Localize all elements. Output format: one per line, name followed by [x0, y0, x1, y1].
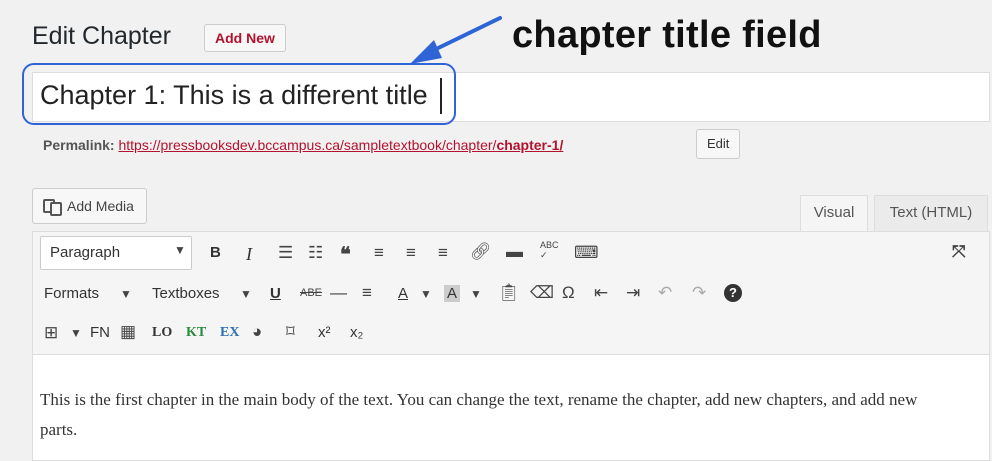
key-takeaways-button[interactable]: KT — [186, 325, 206, 341]
permalink-url: https://pressbooksdev.bccampus.ca/sample… — [118, 137, 497, 153]
link-icon[interactable]: 🔗︎ — [470, 242, 492, 262]
redo-icon[interactable]: ↷ — [692, 283, 706, 303]
add-new-button[interactable]: Add New — [204, 24, 286, 52]
bullet-list-icon[interactable]: ☰ — [278, 243, 293, 263]
indent-icon[interactable]: ⇥ — [626, 283, 640, 303]
fullscreen-icon[interactable]: ⤧ — [952, 242, 966, 262]
paste-text-icon[interactable]: 📋︎ — [498, 283, 520, 303]
learning-objectives-button[interactable]: LO — [152, 325, 172, 341]
formats-menu[interactable]: Formats — [44, 285, 99, 302]
chevron-down-icon: ▼ — [120, 287, 132, 301]
undo-icon[interactable]: ↶ — [658, 283, 672, 303]
add-media-button[interactable]: Add Media — [32, 188, 147, 224]
permalink-label: Permalink: — [43, 137, 115, 153]
add-media-label: Add Media — [67, 198, 134, 214]
clear-formatting-icon[interactable]: ⌫ — [530, 283, 554, 303]
annotation-highlight-box — [22, 63, 456, 125]
tab-visual[interactable]: Visual — [800, 195, 868, 231]
paragraph-select-value: Paragraph — [50, 244, 121, 261]
help-icon[interactable]: ? — [724, 284, 742, 302]
editor-content[interactable]: This is the first chapter in the main bo… — [40, 385, 940, 445]
annotation-label: chapter title field — [512, 14, 822, 56]
table-icon[interactable]: ⊞ — [44, 323, 58, 343]
permalink-row: Permalink: https://pressbooksdev.bccampu… — [43, 137, 563, 153]
strikethrough-icon[interactable]: ABE — [300, 287, 322, 299]
subscript-button[interactable]: x₂ — [350, 324, 363, 341]
bold-button[interactable]: B — [210, 244, 221, 261]
underline-button[interactable]: U — [270, 285, 281, 302]
read-more-icon[interactable]: ▬ — [506, 242, 523, 262]
chevron-down-icon: ▼ — [420, 287, 432, 301]
italic-button[interactable]: I — [246, 244, 252, 265]
blockquote-icon[interactable]: ❝ — [340, 242, 351, 267]
spellcheck-text: ABC — [540, 240, 559, 250]
permalink-edit-button[interactable]: Edit — [696, 129, 741, 159]
align-center-icon[interactable]: ≡ — [406, 243, 416, 263]
media-icon — [43, 199, 62, 216]
horizontal-line-icon[interactable]: — — [330, 283, 347, 303]
chevron-down-icon: ▼ — [70, 326, 82, 340]
pie-chart-icon[interactable]: ◕ — [252, 322, 262, 342]
justify-icon[interactable]: ≡ — [362, 283, 372, 303]
chevron-down-icon: ▼ — [470, 287, 482, 301]
exercises-button[interactable]: EX — [220, 325, 239, 341]
align-left-icon[interactable]: ≡ — [374, 243, 384, 263]
keyboard-icon[interactable]: ⌨ — [574, 243, 599, 263]
outdent-icon[interactable]: ⇤ — [594, 283, 608, 303]
grid-icon[interactable]: ▦ — [120, 322, 136, 342]
superscript-button[interactable]: x² — [318, 324, 331, 341]
page-title: Edit Chapter — [32, 22, 171, 50]
tab-text-html[interactable]: Text (HTML) — [874, 195, 988, 231]
chevron-down-icon: ▼ — [174, 243, 186, 257]
background-color-button[interactable]: A — [444, 285, 461, 302]
numbered-list-icon[interactable]: ☷ — [308, 243, 323, 263]
text-color-button[interactable]: A — [398, 285, 408, 302]
align-right-icon[interactable]: ≡ — [438, 243, 448, 263]
spellcheck-icon[interactable]: ABC ✓ — [540, 240, 559, 260]
permalink-slug: chapter-1/ — [496, 137, 564, 153]
textboxes-menu[interactable]: Textboxes — [152, 285, 220, 302]
bookmark-icon[interactable]: ⌑ — [286, 322, 295, 342]
footnote-button[interactable]: FN — [90, 324, 110, 341]
chevron-down-icon: ▼ — [240, 287, 252, 301]
omega-icon[interactable]: Ω — [562, 283, 575, 303]
permalink-link[interactable]: https://pressbooksdev.bccampus.ca/sample… — [118, 137, 563, 153]
